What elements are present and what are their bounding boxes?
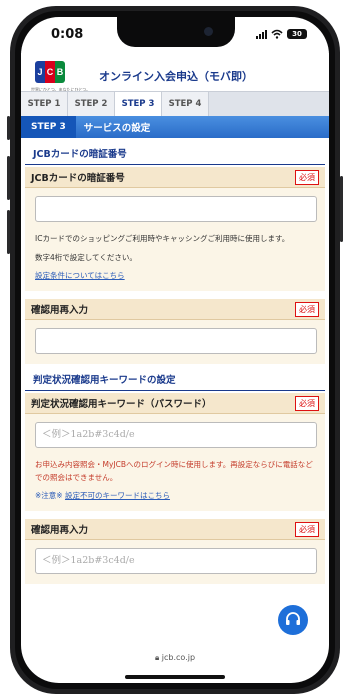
tab-step-4: STEP 4 — [162, 92, 209, 116]
status-time: 0:08 — [51, 27, 84, 42]
power-button — [340, 176, 343, 242]
status-icons: 30 — [256, 29, 307, 39]
signal-icon — [256, 29, 267, 39]
headset-icon — [286, 612, 300, 625]
keyword-field-header: 判定状況確認用キーワード（パスワード） 必須 — [25, 393, 325, 414]
page-title: オンライン入会申込（モバ即） — [99, 70, 253, 83]
pin-confirm-header: 確認用再入力 必須 — [25, 299, 325, 320]
form-content: JCBカードの暗証番号 JCBカードの暗証番号 必須 ICカードでのショッピング… — [21, 140, 329, 642]
required-badge: 必須 — [295, 521, 319, 537]
url-text: jcb.co.jp — [161, 653, 196, 662]
keyword-usage-note: お申込み内容照会・MyJCBへのログイン時に使用します。再設定ならびに電話などで… — [35, 460, 313, 482]
keyword-field-label: 判定状況確認用キーワード（パスワード） — [31, 399, 212, 410]
step-title-bar: STEP 3 サービスの設定 — [21, 116, 329, 138]
keyword-confirm-input[interactable]: ＜例＞1a2b#3c4d/e — [35, 548, 317, 574]
pin-confirm-body — [25, 320, 325, 364]
invalid-keyword-link[interactable]: 設定不可のキーワードはこちら — [65, 491, 170, 500]
battery-icon: 30 — [287, 29, 307, 39]
step-bar-text: サービスの設定 — [83, 123, 151, 134]
keyword-input[interactable]: ＜例＞1a2b#3c4d/e — [35, 422, 317, 448]
camera — [204, 27, 213, 36]
url-bar[interactable]: 🔒︎ jcb.co.jp — [21, 653, 329, 663]
home-indicator[interactable] — [125, 675, 225, 679]
keyword-confirm-body: ＜例＞1a2b#3c4d/e — [25, 540, 325, 584]
volume-up-button — [7, 156, 10, 200]
required-badge: 必須 — [295, 395, 319, 411]
tab-step-3: STEP 3 — [115, 92, 162, 116]
tab-step-2: STEP 2 — [68, 92, 115, 116]
logo-letter-b: B — [55, 61, 65, 83]
status-bar: 0:08 30 — [21, 17, 329, 53]
lock-icon: 🔒︎ — [154, 653, 160, 662]
required-badge: 必須 — [295, 169, 319, 185]
pin-field-label: JCBカードの暗証番号 — [31, 173, 125, 184]
section-heading-pin: JCBカードの暗証番号 — [25, 140, 325, 165]
mute-switch — [7, 116, 10, 140]
pin-format-note: 数字4桁で設定してください。 — [35, 253, 137, 262]
pin-usage-note: ICカードでのショッピングご利用時やキャッシングご利用時に使用します。 — [35, 234, 290, 243]
notch — [117, 17, 235, 47]
pin-confirm-label: 確認用再入力 — [31, 305, 89, 316]
warning-prefix: ※注意※ — [35, 491, 63, 500]
jcb-logo[interactable]: J C B — [35, 61, 65, 83]
volume-down-button — [7, 210, 10, 254]
pin-input[interactable] — [35, 196, 317, 222]
phone-frame: 0:08 30 J C B 世界にひとつ。あなたにひとつ。 オンライン入会申込（… — [7, 6, 343, 694]
wifi-icon — [271, 29, 283, 39]
keyword-confirm-label: 確認用再入力 — [31, 525, 89, 536]
logo-letter-c: C — [45, 61, 55, 83]
step-bar-label: STEP 3 — [21, 116, 76, 138]
pin-conditions-link[interactable]: 設定条件についてはこちら — [35, 270, 315, 281]
pin-confirm-input[interactable] — [35, 328, 317, 354]
pin-field-body: ICカードでのショッピングご利用時やキャッシングご利用時に使用します。 数字4桁… — [25, 188, 325, 291]
step-tabs: STEP 1 STEP 2 STEP 3 STEP 4 — [21, 91, 329, 117]
keyword-field-body: ＜例＞1a2b#3c4d/e お申込み内容照会・MyJCBへのログイン時に使用し… — [25, 414, 325, 511]
tab-step-1: STEP 1 — [21, 92, 68, 116]
keyword-confirm-header: 確認用再入力 必須 — [25, 519, 325, 540]
pin-field-header: JCBカードの暗証番号 必須 — [25, 167, 325, 188]
support-chat-button[interactable] — [278, 605, 308, 635]
screen: 0:08 30 J C B 世界にひとつ。あなたにひとつ。 オンライン入会申込（… — [21, 17, 329, 683]
section-heading-keyword: 判定状況確認用キーワードの設定 — [25, 366, 325, 391]
required-badge: 必須 — [295, 301, 319, 317]
logo-letter-j: J — [35, 61, 45, 83]
keyword-warning: ※注意※ 設定不可のキーワードはこちら — [35, 490, 315, 501]
